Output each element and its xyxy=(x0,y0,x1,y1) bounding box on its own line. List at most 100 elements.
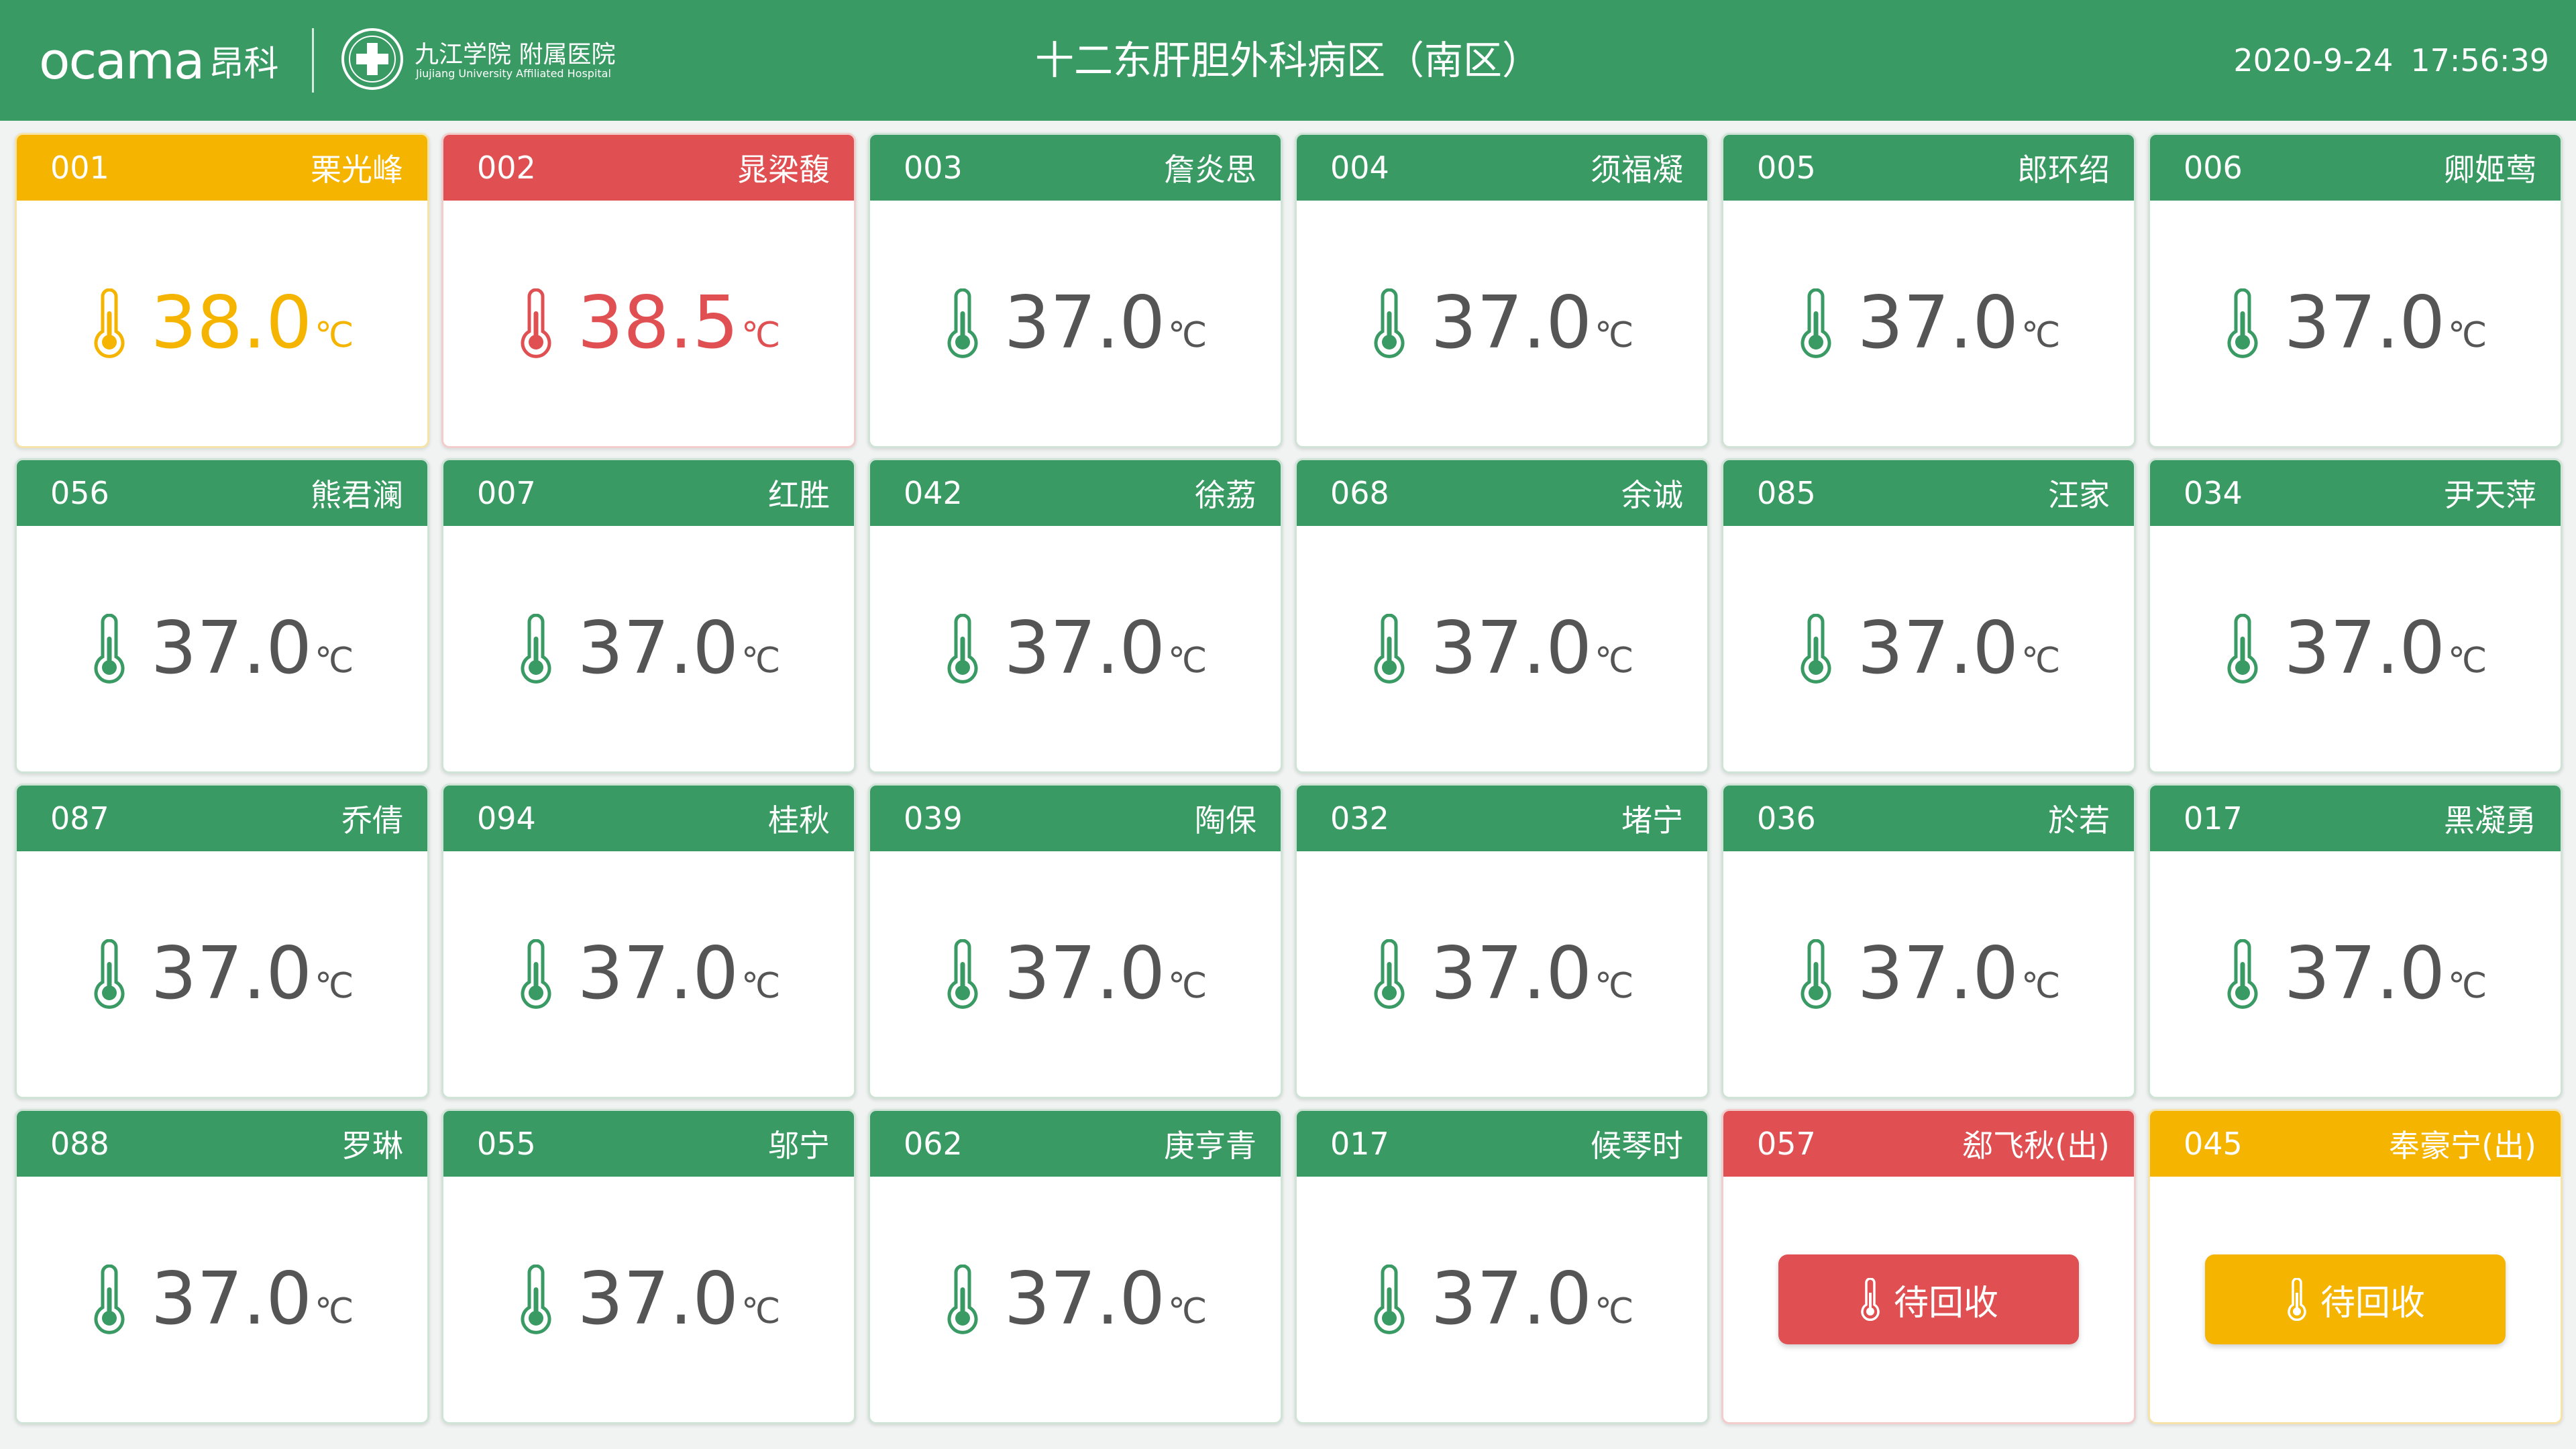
thermometer-icon xyxy=(1374,939,1405,1009)
thermometer-icon xyxy=(521,939,551,1009)
temperature-reading: 37.0 ℃ xyxy=(1797,287,2060,360)
brand-logo: ocama 昂科 xyxy=(39,27,278,94)
bed-card-header: 039 陶保 xyxy=(870,786,1281,851)
bed-card[interactable]: 006 卿姬莺 37.0 ℃ xyxy=(2148,133,2563,448)
temperature-value: 37.0 xyxy=(2284,606,2446,690)
bed-card[interactable]: 032 堵宁 37.0 ℃ xyxy=(1295,784,1709,1099)
temperature-unit: ℃ xyxy=(2448,315,2487,356)
bed-card-header: 056 熊君澜 xyxy=(17,460,427,526)
patient-name: 陶保 xyxy=(1195,802,1256,839)
patient-name: 堵宁 xyxy=(1621,802,1683,839)
patient-name: 乔倩 xyxy=(341,802,403,839)
bed-number: 085 xyxy=(1757,475,1816,511)
temperature-reading: 37.0 ℃ xyxy=(944,1263,1207,1336)
temperature-reading: 37.0 ℃ xyxy=(517,606,781,690)
bed-number: 068 xyxy=(1330,475,1389,511)
patient-name: 邬宁 xyxy=(768,1128,830,1164)
temperature-value: 37.0 xyxy=(1430,932,1593,1016)
bed-card[interactable]: 005 郎环绍 37.0 ℃ xyxy=(1721,133,2136,448)
bed-card-body: 37.0 ℃ xyxy=(1723,201,2134,446)
temperature-reading: 37.0 ℃ xyxy=(2224,938,2487,1010)
bed-card[interactable]: 003 詹炎思 37.0 ℃ xyxy=(868,133,1283,448)
bed-card[interactable]: 017 候琴时 37.0 ℃ xyxy=(1295,1109,1709,1424)
bed-card-body: 37.0 ℃ xyxy=(1297,526,1707,771)
temperature-value: 37.0 xyxy=(1004,281,1166,365)
temperature-unit: ℃ xyxy=(1595,315,1634,356)
thermometer-icon xyxy=(1801,288,1831,358)
bed-card[interactable]: 055 邬宁 37.0 ℃ xyxy=(441,1109,856,1424)
bed-card-header: 036 於若 xyxy=(1723,786,2134,851)
temperature-value: 37.0 xyxy=(1004,932,1166,1016)
temperature-value: 37.0 xyxy=(2284,281,2446,365)
bed-card-body: 37.0 ℃ xyxy=(1297,851,1707,1097)
temperature-unit: ℃ xyxy=(1168,315,1208,356)
thermometer-icon xyxy=(94,614,125,684)
bed-card[interactable]: 001 栗光峰 38.0 ℃ xyxy=(15,133,429,448)
bed-card[interactable]: 062 庚亨青 37.0 ℃ xyxy=(868,1109,1283,1424)
patient-name: 栗光峰 xyxy=(311,152,403,188)
bed-card[interactable]: 017 黑凝勇 37.0 ℃ xyxy=(2148,784,2563,1099)
bed-card-body: 37.0 ℃ xyxy=(17,526,427,771)
bed-card-body: 37.0 ℃ xyxy=(870,526,1281,771)
bed-card-header: 062 庚亨青 xyxy=(870,1111,1281,1177)
bed-card[interactable]: 042 徐荔 37.0 ℃ xyxy=(868,458,1283,773)
brand-logo-text: ocama xyxy=(39,30,205,91)
bed-card[interactable]: 007 红胜 37.0 ℃ xyxy=(441,458,856,773)
bed-number: 002 xyxy=(477,150,536,186)
bed-card[interactable]: 085 汪家 37.0 ℃ xyxy=(1721,458,2136,773)
temperature-unit: ℃ xyxy=(741,315,781,356)
bed-card-header: 017 候琴时 xyxy=(1297,1111,1707,1177)
hospital-name-en: Jiujiang University Affiliated Hospital xyxy=(416,67,611,80)
temperature-unit: ℃ xyxy=(741,641,781,681)
bed-card[interactable]: 056 熊君澜 37.0 ℃ xyxy=(15,458,429,773)
pending-recycle-button[interactable]: 待回收 xyxy=(1778,1254,2079,1344)
bed-card-header: 042 徐荔 xyxy=(870,460,1281,526)
temperature-reading: 37.0 ℃ xyxy=(1371,287,1634,360)
bed-card[interactable]: 034 尹天萍 37.0 ℃ xyxy=(2148,458,2563,773)
bed-card[interactable]: 088 罗琳 37.0 ℃ xyxy=(15,1109,429,1424)
bed-card-header: 094 桂秋 xyxy=(443,786,854,851)
bed-card[interactable]: 039 陶保 37.0 ℃ xyxy=(868,784,1283,1099)
bed-card[interactable]: 087 乔倩 37.0 ℃ xyxy=(15,784,429,1099)
bed-number: 003 xyxy=(904,150,963,186)
thermometer-icon xyxy=(521,614,551,684)
bed-card[interactable]: 057 郄飞秋(出) 待回收 xyxy=(1721,1109,2136,1424)
bed-number: 039 xyxy=(904,800,963,837)
bed-card-header: 087 乔倩 xyxy=(17,786,427,851)
thermometer-icon xyxy=(1861,1278,1880,1321)
bed-card[interactable]: 068 余诚 37.0 ℃ xyxy=(1295,458,1709,773)
bed-card-header: 001 栗光峰 xyxy=(17,135,427,201)
bed-card-header: 032 堵宁 xyxy=(1297,786,1707,851)
pending-recycle-button[interactable]: 待回收 xyxy=(2205,1254,2506,1344)
bed-card[interactable]: 002 晁梁馥 38.5 ℃ xyxy=(441,133,856,448)
thermometer-icon xyxy=(1801,939,1831,1009)
temperature-value: 38.0 xyxy=(150,281,313,365)
thermometer-icon xyxy=(2288,1278,2306,1321)
temperature-unit: ℃ xyxy=(1595,966,1634,1006)
brand-logo-cn: 昂科 xyxy=(209,44,279,85)
bed-card[interactable]: 094 桂秋 37.0 ℃ xyxy=(441,784,856,1099)
bed-number: 056 xyxy=(50,475,109,511)
bed-number: 034 xyxy=(2184,475,2243,511)
temperature-reading: 37.0 ℃ xyxy=(2224,287,2487,360)
temperature-value: 37.0 xyxy=(150,606,313,690)
bed-card-header: 085 汪家 xyxy=(1723,460,2134,526)
temperature-unit: ℃ xyxy=(2021,966,2061,1006)
bed-card-header: 005 郎环绍 xyxy=(1723,135,2134,201)
bed-card[interactable]: 045 奉豪宁(出) 待回收 xyxy=(2148,1109,2563,1424)
temperature-value: 37.0 xyxy=(1430,1257,1593,1341)
bed-card[interactable]: 036 於若 37.0 ℃ xyxy=(1721,784,2136,1099)
thermometer-icon xyxy=(2227,614,2258,684)
bed-card-header: 007 红胜 xyxy=(443,460,854,526)
temperature-reading: 37.0 ℃ xyxy=(944,281,1208,365)
temperature-unit: ℃ xyxy=(1168,966,1208,1006)
temperature-value: 37.0 xyxy=(577,606,739,690)
bed-number: 017 xyxy=(1330,1126,1389,1162)
temperature-unit: ℃ xyxy=(315,1291,354,1332)
bed-number: 087 xyxy=(50,800,109,837)
bed-card-body: 37.0 ℃ xyxy=(17,851,427,1097)
bed-card-header: 034 尹天萍 xyxy=(2150,460,2561,526)
temperature-value: 37.0 xyxy=(1857,932,2019,1016)
bed-card[interactable]: 004 须福凝 37.0 ℃ xyxy=(1295,133,1709,448)
thermometer-icon xyxy=(94,939,125,1009)
